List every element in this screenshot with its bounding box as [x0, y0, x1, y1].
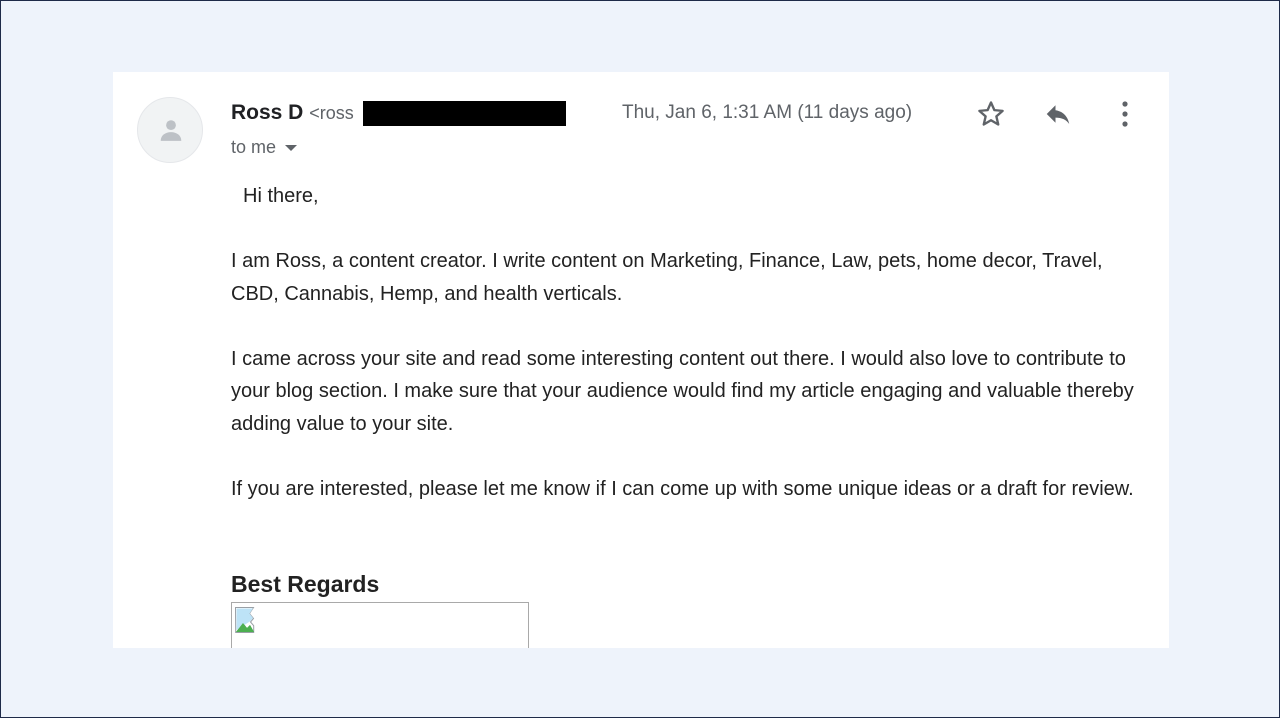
- body-paragraph: If you are interested, please let me kno…: [231, 477, 1134, 500]
- sender-avatar[interactable]: [137, 97, 203, 163]
- recipient-label: to me: [231, 137, 277, 157]
- page-frame: Ross D <ross Thu, Jan 6, 1:31 AM (11 day…: [0, 0, 1280, 718]
- body-paragraph: I am Ross, a content creator. I write co…: [231, 250, 1103, 305]
- sender-line: Ross D <ross: [231, 101, 354, 125]
- caret-down-icon: [285, 144, 298, 151]
- sender-email: <ross: [309, 103, 354, 123]
- greeting: Hi there,: [243, 185, 319, 207]
- redaction-bar: [363, 101, 566, 126]
- star-button[interactable]: [971, 96, 1011, 132]
- signoff: Best Regards: [231, 571, 380, 597]
- signature-image: [231, 602, 529, 648]
- email-card: Ross D <ross Thu, Jan 6, 1:31 AM (11 day…: [113, 72, 1169, 648]
- more-options-button[interactable]: [1105, 96, 1145, 132]
- reply-icon: [1046, 105, 1070, 124]
- recipient-details-toggle[interactable]: to me: [231, 137, 298, 158]
- sender-name[interactable]: Ross D: [231, 101, 303, 124]
- star-icon: [978, 101, 1004, 126]
- email-body: Hi there, I am Ross, a content creator. …: [231, 180, 1151, 538]
- reply-button[interactable]: [1038, 96, 1078, 132]
- broken-image-icon: [234, 607, 255, 633]
- person-icon: [160, 120, 182, 141]
- email-date[interactable]: Thu, Jan 6, 1:31 AM (11 days ago): [622, 102, 912, 124]
- more-vertical-icon: [1122, 101, 1128, 127]
- body-paragraph: I came across your site and read some in…: [231, 347, 1134, 435]
